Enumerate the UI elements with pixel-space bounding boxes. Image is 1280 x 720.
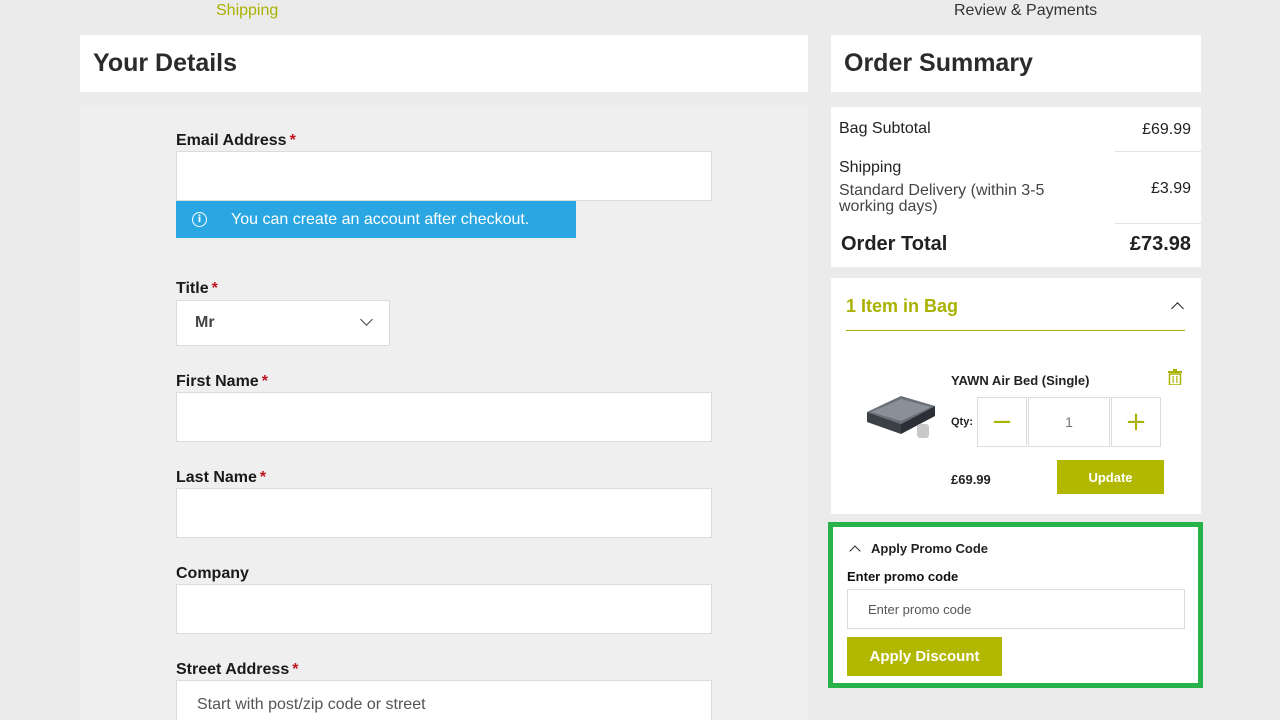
product-name[interactable]: YAWN Air Bed (Single) [951,373,1089,388]
qty-label: Qty: [951,416,973,428]
street-label: Street Address * [176,661,298,679]
air-bed-product-image [867,396,935,438]
chevron-up-icon[interactable] [1171,302,1184,315]
chevron-down-icon [360,313,373,326]
title-label: Title * [176,280,218,298]
your-details-header: Your Details [80,35,808,92]
qty-decrease-button[interactable]: − [977,397,1027,447]
promo-code-panel: Apply Promo Code Enter promo code Apply … [828,522,1203,688]
shipping-value: £3.99 [1150,180,1191,197]
last-name-input[interactable] [176,488,712,538]
email-label: Email Address * [176,132,296,150]
shipping-method: Standard Delivery (within 3-5 working da… [839,182,1045,215]
account-info-text: You can create an account after checkout… [231,210,530,228]
title-select[interactable]: Mr [176,300,390,346]
first-name-label-text: First Name [176,373,259,390]
apply-discount-button[interactable]: Apply Discount [847,637,1002,676]
subtotal-label: Bag Subtotal [839,120,931,137]
apply-promo-toggle[interactable]: Apply Promo Code [871,541,988,556]
order-summary-title: Order Summary [844,49,1033,77]
street-label-text: Street Address [176,661,290,678]
shipping-label: Shipping [839,159,902,176]
trash-icon[interactable] [1168,369,1182,385]
required-mark: * [289,132,296,149]
your-details-title: Your Details [93,49,238,77]
required-mark: * [259,469,267,486]
step-shipping[interactable]: Shipping [216,2,278,20]
checkout-steps: Shipping Review & Payments [0,0,1280,30]
plus-icon: + [1125,407,1147,437]
email-label-text: Email Address [176,132,287,149]
account-info-banner: i You can create an account after checko… [176,201,576,238]
minus-icon: − [991,407,1013,437]
details-form: Email Address * i You can create an accou… [80,105,808,720]
email-input[interactable] [176,151,712,201]
company-input[interactable] [176,584,712,634]
company-label: Company [176,565,249,583]
order-totals: Bag Subtotal £69.99 Shipping Standard De… [831,107,1201,267]
order-summary-header: Order Summary [831,35,1201,92]
first-name-label: First Name * [176,373,268,391]
title-label-text: Title [176,280,209,297]
promo-code-input[interactable] [847,589,1185,629]
divider [1115,151,1201,152]
company-label-text: Company [176,565,249,582]
divider [1115,223,1201,224]
street-address-input[interactable] [176,680,712,720]
bag-divider [846,330,1185,331]
last-name-label-text: Last Name [176,469,257,486]
qty-input[interactable] [1028,397,1110,447]
order-total-value: £73.98 [1129,233,1191,255]
required-mark: * [211,280,218,297]
required-mark: * [292,661,299,678]
bag-items-panel: 1 Item in Bag YAWN Air Bed (Single) Qty:… [831,278,1201,514]
first-name-input[interactable] [176,392,712,442]
required-mark: * [261,373,268,390]
product-price: £69.99 [951,472,991,487]
bag-items-title[interactable]: 1 Item in Bag [846,296,958,317]
title-select-value: Mr [195,314,215,331]
qty-increase-button[interactable]: + [1111,397,1161,447]
update-button[interactable]: Update [1057,460,1164,494]
promo-field-label: Enter promo code [847,569,959,584]
subtotal-value: £69.99 [1142,121,1191,138]
step-review-payments[interactable]: Review & Payments [954,2,1097,20]
last-name-label: Last Name * [176,469,266,487]
info-icon: i [192,212,207,227]
order-total-label: Order Total [841,233,948,255]
chevron-up-icon[interactable] [849,545,861,557]
